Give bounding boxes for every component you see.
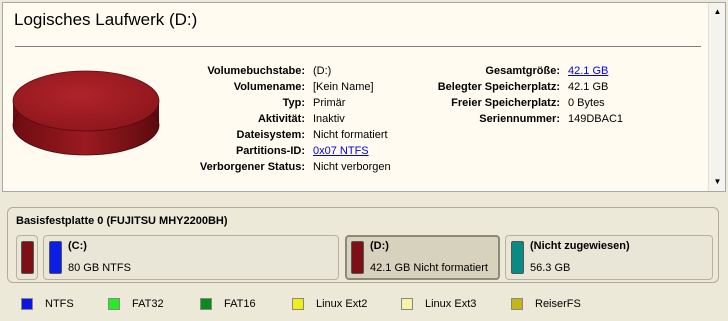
used-space-value: 42.1 GB: [568, 81, 609, 93]
property-row: Typ:: [153, 95, 305, 111]
partition-segment-system[interactable]: [16, 235, 38, 280]
left-property-labels: Volumebuchstabe: Volumename: Typ: Aktivi…: [153, 63, 305, 175]
legend-swatch: [292, 298, 304, 310]
filesystem-value: Nicht formatiert: [313, 129, 388, 141]
legend-swatch: [21, 298, 33, 310]
partition-color-swatch: [351, 241, 364, 274]
legend-label: FAT16: [224, 298, 256, 310]
property-label: Seriennummer:: [479, 113, 560, 125]
property-label: Verborgener Status:: [199, 161, 305, 173]
partition-segment-d[interactable]: (D:) 42.1 GB Nicht formatiert: [345, 235, 500, 280]
filesystem-legend: NTFS FAT32 FAT16 Linux Ext2 Linux Ext3 R…: [0, 291, 728, 321]
partition-title: (Nicht zugewiesen): [530, 240, 630, 252]
scroll-up-icon[interactable]: ▲: [711, 5, 724, 19]
partition-color-swatch: [21, 241, 34, 274]
total-size-link[interactable]: 42.1 GB: [568, 63, 608, 79]
property-row: Verborgener Status:: [153, 159, 305, 175]
partition-id-link[interactable]: 0x07 NTFS: [313, 143, 369, 159]
type-value: Primär: [313, 97, 346, 109]
property-label: Typ:: [282, 97, 305, 109]
right-property-values: 42.1 GB 42.1 GB 0 Bytes 149DBAC1: [568, 63, 688, 127]
partition-title: (D:): [370, 240, 389, 252]
legend-label: FAT32: [132, 298, 164, 310]
vertical-scrollbar[interactable]: ▲ ▼: [708, 3, 725, 191]
property-label: Freier Speicherplatz:: [451, 97, 560, 109]
property-row: Nicht formatiert: [313, 127, 433, 143]
property-label: Dateisystem:: [236, 129, 305, 141]
property-label: Partitions-ID:: [235, 145, 305, 157]
property-row: Freier Speicherplatz:: [403, 95, 560, 111]
partition-subtitle: 80 GB NTFS: [68, 262, 131, 274]
partition-subtitle: 42.1 GB Nicht formatiert: [370, 262, 488, 274]
disk-cylinder-icon: [12, 70, 160, 156]
title-divider: [15, 46, 701, 47]
property-row: Gesamtgröße:: [403, 63, 560, 79]
property-row: Dateisystem:: [153, 127, 305, 143]
disk-name-label: Basisfestplatte 0 (FUJITSU MHY2200BH): [16, 215, 228, 227]
partition-segment-c[interactable]: (C:) 80 GB NTFS: [43, 235, 339, 280]
property-row: Partitions-ID:: [153, 143, 305, 159]
property-row: Seriennummer:: [403, 111, 560, 127]
property-row: Volumename:: [153, 79, 305, 95]
partition-color-swatch: [511, 241, 524, 274]
property-row: 42.1 GB: [568, 63, 688, 79]
partition-segment-unallocated[interactable]: (Nicht zugewiesen) 56.3 GB: [505, 235, 713, 280]
scroll-down-icon[interactable]: ▼: [711, 175, 724, 189]
property-label: Volumename:: [233, 81, 305, 93]
legend-label: ReiserFS: [535, 298, 581, 310]
legend-label: Linux Ext3: [425, 298, 477, 310]
property-label: Belegter Speicherplatz:: [437, 81, 560, 93]
property-row: 42.1 GB: [568, 79, 688, 95]
volume-letter-value: (D:): [313, 65, 332, 77]
page-title: Logisches Laufwerk (D:): [14, 10, 198, 29]
property-row: Aktivität:: [153, 111, 305, 127]
legend-swatch: [401, 298, 413, 310]
partition-title: (C:): [68, 240, 87, 252]
partition-color-swatch: [49, 241, 62, 274]
right-property-labels: Gesamtgröße: Belegter Speicherplatz: Fre…: [403, 63, 560, 127]
property-label: Aktivität:: [257, 113, 305, 125]
legend-label: NTFS: [45, 298, 74, 310]
property-label: Gesamtgröße:: [485, 65, 560, 77]
property-label: Volumebuchstabe:: [207, 65, 305, 77]
property-row: Nicht verborgen: [313, 159, 433, 175]
property-row: Belegter Speicherplatz:: [403, 79, 560, 95]
property-row: Volumebuchstabe:: [153, 63, 305, 79]
volume-name-value: [Kein Name]: [313, 81, 374, 93]
partition-info-panel: Logisches Laufwerk (D:) Volumebuchstabe:…: [2, 2, 726, 192]
legend-swatch: [200, 298, 212, 310]
legend-swatch: [108, 298, 120, 310]
hidden-status-value: Nicht verborgen: [313, 161, 391, 173]
property-row: 0 Bytes: [568, 95, 688, 111]
property-row: 149DBAC1: [568, 111, 688, 127]
legend-swatch: [511, 298, 523, 310]
partition-subtitle: 56.3 GB: [530, 262, 571, 274]
free-space-value: 0 Bytes: [568, 97, 605, 109]
property-row: 0x07 NTFS: [313, 143, 433, 159]
serial-number-value: 149DBAC1: [568, 113, 624, 125]
legend-label: Linux Ext2: [316, 298, 368, 310]
activity-value: Inaktiv: [313, 113, 345, 125]
disk-map-panel: Basisfestplatte 0 (FUJITSU MHY2200BH) (C…: [7, 207, 719, 283]
